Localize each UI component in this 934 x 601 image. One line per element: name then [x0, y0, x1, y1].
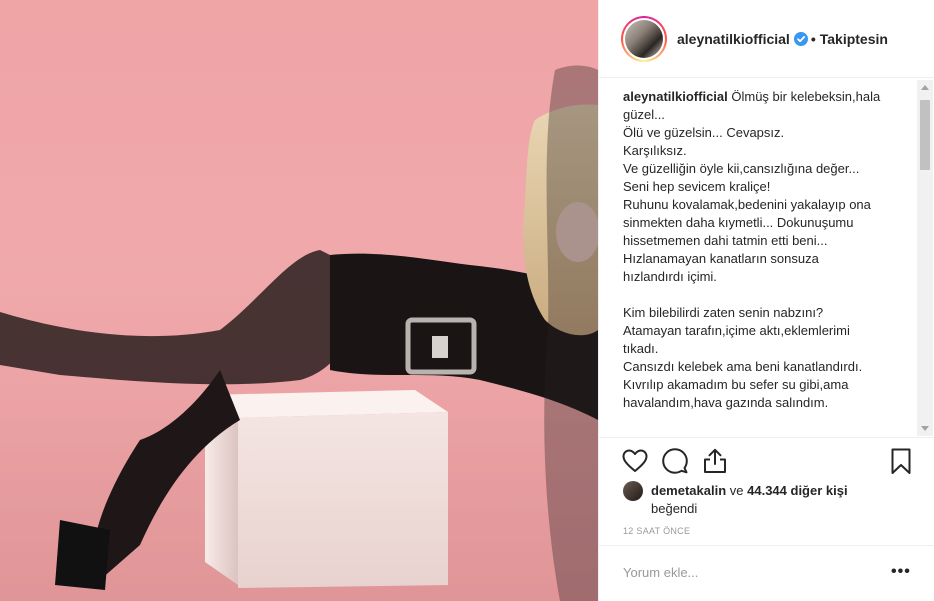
scroll-thumb[interactable]	[920, 100, 930, 170]
scroll-up-arrow-icon[interactable]	[921, 85, 929, 90]
heart-icon[interactable]	[621, 447, 649, 475]
post-timestamp[interactable]: 12 SAAT ÖNCE	[623, 526, 690, 536]
caption-text: Ölmüş bir kelebeksin,hala güzel... Ölü v…	[623, 89, 881, 410]
profile-avatar[interactable]	[621, 15, 667, 62]
bookmark-icon[interactable]	[887, 447, 915, 475]
likes-suffix: beğendi	[651, 501, 698, 516]
post-photo[interactable]	[0, 0, 598, 601]
profile-username[interactable]: aleynatilkiofficial	[677, 31, 790, 47]
comment-input[interactable]: Yorum ekle...	[623, 565, 698, 580]
avatar-image	[625, 19, 663, 58]
share-icon[interactable]	[701, 447, 729, 475]
avatar-inner	[623, 17, 665, 60]
likes-connector: ve	[726, 483, 748, 498]
caption-scrollbar[interactable]	[917, 80, 933, 436]
header-separator: •	[810, 30, 816, 47]
scroll-down-arrow-icon[interactable]	[921, 426, 929, 431]
follow-status-button[interactable]: Takiptesin	[820, 31, 888, 47]
post-details-panel: aleynatilkiofficial • Takiptesin aleynat…	[598, 0, 934, 601]
likes-summary: demetakalin ve 44.344 diğer kişi beğendi	[623, 481, 913, 518]
more-options-icon[interactable]: •••	[891, 563, 911, 581]
caption-username[interactable]: aleynatilkiofficial	[623, 89, 728, 104]
likes-text: demetakalin ve 44.344 diğer kişi beğendi	[651, 482, 848, 518]
verified-badge-icon	[793, 31, 808, 46]
comment-divider	[599, 545, 934, 546]
actions-divider	[599, 437, 934, 438]
comment-icon[interactable]	[661, 447, 689, 475]
liker-username[interactable]: demetakalin	[651, 483, 726, 498]
post-header: aleynatilkiofficial • Takiptesin	[599, 0, 934, 78]
likes-count[interactable]: 44.344 diğer kişi	[747, 483, 847, 498]
post-caption: aleynatilkiofficial Ölmüş bir kelebeksin…	[623, 88, 913, 433]
photo-illustration	[0, 65, 598, 601]
liker-avatar[interactable]	[623, 481, 643, 501]
